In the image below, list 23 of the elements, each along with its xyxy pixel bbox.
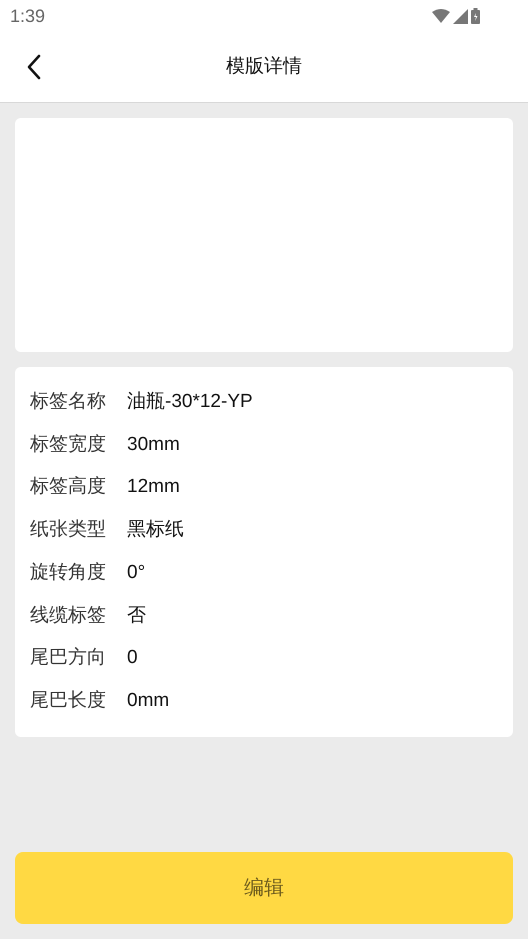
edit-button[interactable]: 编辑 [15, 852, 513, 924]
detail-label: 标签名称 [30, 390, 107, 414]
detail-value: 30mm [127, 432, 180, 457]
detail-value: 12mm [127, 475, 180, 500]
signal-icon [453, 8, 468, 24]
detail-value: 油瓶-30*12-YP [127, 390, 253, 414]
detail-label: 标签宽度 [30, 432, 107, 457]
detail-label: 标签高度 [30, 475, 107, 500]
detail-label: 线缆标签 [30, 604, 107, 628]
wifi-icon [432, 9, 450, 23]
detail-label: 纸张类型 [30, 518, 107, 542]
status-time: 1:39 [10, 4, 46, 28]
detail-value: 黑标纸 [127, 518, 184, 542]
detail-value: 0mm [127, 688, 170, 713]
detail-label: 尾巴方向 [30, 646, 107, 670]
page-title: 模版详情 [226, 54, 302, 79]
back-icon [26, 54, 42, 80]
detail-label: 旋转角度 [30, 560, 107, 585]
detail-value: 否 [127, 604, 146, 628]
detail-label: 尾巴长度 [30, 688, 107, 713]
battery-icon [471, 8, 480, 24]
detail-value: 0° [127, 560, 146, 585]
detail-value: 0 [127, 646, 138, 670]
